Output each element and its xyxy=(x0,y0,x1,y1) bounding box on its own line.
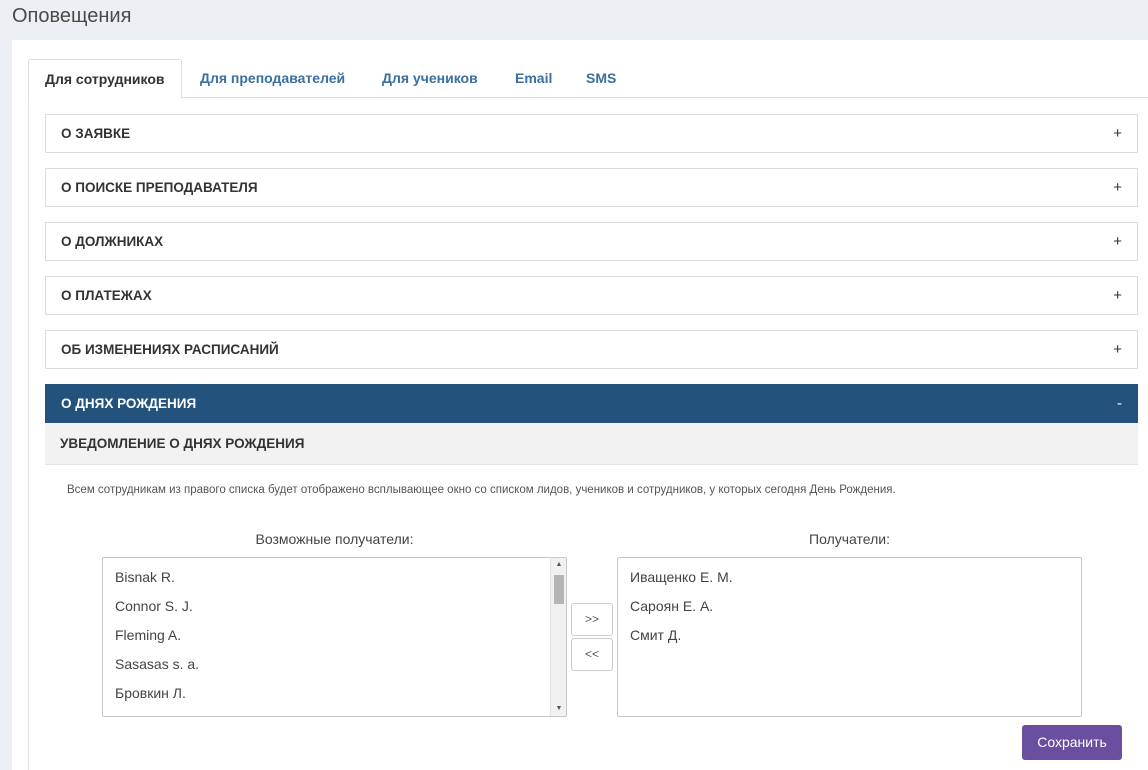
scroll-up-icon[interactable]: ▲ xyxy=(551,558,566,572)
panel-title: О ПЛАТЕЖАХ xyxy=(61,288,152,303)
save-button[interactable]: Сохранить xyxy=(1022,725,1122,760)
scroll-down-icon[interactable]: ▼ xyxy=(551,702,566,716)
tab-students[interactable]: Для учеников xyxy=(382,59,478,98)
panel-title: О ДНЯХ РОЖДЕНИЯ xyxy=(61,396,197,411)
move-left-button[interactable]: << xyxy=(571,638,613,671)
list-item[interactable]: Смит Д. xyxy=(618,621,1081,650)
tab-bar: Для сотрудников Для преподавателей Для у… xyxy=(28,59,1148,99)
scroll-thumb[interactable] xyxy=(554,575,564,604)
panel-title: О ПОИСКЕ ПРЕПОДАВАТЕЛЯ xyxy=(61,180,258,195)
list-item[interactable]: Bisnak R. xyxy=(103,563,566,592)
panel-title: ОБ ИЗМЕНЕНИЯХ РАСПИСАНИЙ xyxy=(61,342,279,357)
list-item[interactable]: Сароян Е. А. xyxy=(618,592,1081,621)
available-recipients-list[interactable]: Bisnak R. Connor S. J. Fleming A. Sasasa… xyxy=(102,557,567,717)
expand-icon[interactable]: + xyxy=(1113,115,1122,152)
recipients-list[interactable]: Иващенко Е. М. Сароян Е. А. Смит Д. xyxy=(617,557,1082,717)
list-item[interactable]: Connor S. J. xyxy=(103,592,566,621)
move-right-button[interactable]: >> xyxy=(571,603,613,636)
expand-icon[interactable]: + xyxy=(1113,223,1122,260)
available-recipients-label: Возможные получатели: xyxy=(255,531,414,547)
list-item[interactable]: Fleming A. xyxy=(103,621,566,650)
panel-title: О ДОЛЖНИКАХ xyxy=(61,234,164,249)
panel-schedule-changes[interactable]: ОБ ИЗМЕНЕНИЯХ РАСПИСАНИЙ + xyxy=(45,330,1138,369)
list-item[interactable]: Иващенко Е. М. xyxy=(618,563,1081,592)
panel-teacher-search[interactable]: О ПОИСКЕ ПРЕПОДАВАТЕЛЯ + xyxy=(45,168,1138,207)
tab-sms[interactable]: SMS xyxy=(586,59,616,98)
list-item[interactable]: Sasasas s. a. xyxy=(103,650,566,679)
panel-application[interactable]: О ЗАЯВКЕ + xyxy=(45,114,1138,153)
section-description: Всем сотрудникам из правого списка будет… xyxy=(67,484,896,496)
tab-staff[interactable]: Для сотрудников xyxy=(28,59,182,99)
recipients-label: Получатели: xyxy=(809,531,890,547)
panel-payments[interactable]: О ПЛАТЕЖАХ + xyxy=(45,276,1138,315)
notifications-card: Для сотрудников Для преподавателей Для у… xyxy=(12,40,1148,770)
section-title: УВЕДОМЛЕНИЕ О ДНЯХ РОЖДЕНИЯ xyxy=(45,423,1138,465)
scrollbar[interactable]: ▲ ▼ xyxy=(550,558,566,716)
expand-icon[interactable]: + xyxy=(1113,277,1122,314)
tab-teachers[interactable]: Для преподавателей xyxy=(200,59,345,98)
list-item[interactable]: Бровкин Л. xyxy=(103,679,566,708)
expand-icon[interactable]: + xyxy=(1113,169,1122,206)
content-border xyxy=(28,98,29,770)
tab-email[interactable]: Email xyxy=(515,59,552,98)
expand-icon[interactable]: + xyxy=(1113,331,1122,368)
panel-birthdays[interactable]: О ДНЯХ РОЖДЕНИЯ - xyxy=(45,384,1138,423)
collapse-icon[interactable]: - xyxy=(1117,385,1122,422)
page-title: Оповещения xyxy=(12,5,132,27)
panel-debtors[interactable]: О ДОЛЖНИКАХ + xyxy=(45,222,1138,261)
panel-title: О ЗАЯВКЕ xyxy=(61,126,131,141)
